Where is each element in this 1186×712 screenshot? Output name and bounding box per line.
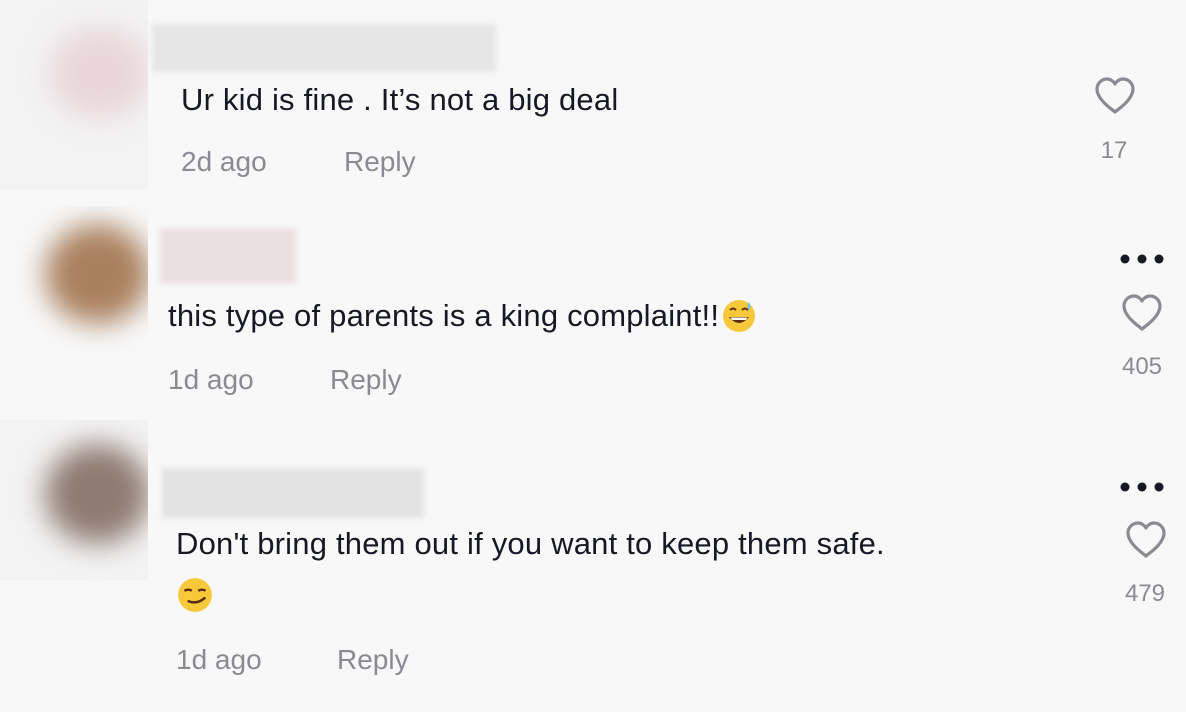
avatar[interactable] xyxy=(45,224,148,324)
comment-text: Ur kid is fine . It’s not a big deal xyxy=(181,82,619,117)
username-blurred[interactable] xyxy=(152,24,496,72)
heart-outline-icon[interactable] xyxy=(1093,76,1137,116)
avatar-area-2 xyxy=(0,206,148,356)
comment-timestamp: 1d ago xyxy=(176,644,262,675)
reply-button[interactable]: Reply xyxy=(330,364,402,396)
comment-text: this type of parents is a king complaint… xyxy=(168,298,757,334)
comment-timestamp: 2d ago xyxy=(181,146,267,177)
more-dots-icon[interactable] xyxy=(1117,251,1167,267)
smirk-emoji xyxy=(178,578,212,612)
reply-button[interactable]: Reply xyxy=(344,146,416,178)
heart-outline-icon[interactable] xyxy=(1120,293,1164,333)
like-count: 479 xyxy=(1124,580,1166,607)
like-count: 405 xyxy=(1121,353,1163,380)
like-count: 17 xyxy=(1100,137,1128,164)
comment-text-content: this type of parents is a king complaint… xyxy=(168,298,720,333)
avatar-area-3 xyxy=(0,420,148,580)
comment-timestamp: 1d ago xyxy=(168,364,254,395)
comment-text: Don't bring them out if you want to keep… xyxy=(176,526,885,561)
avatar-area-1 xyxy=(0,0,148,190)
more-dots-icon[interactable] xyxy=(1117,479,1167,495)
reply-button[interactable]: Reply xyxy=(337,644,409,676)
avatar[interactable] xyxy=(45,444,148,544)
username-blurred[interactable] xyxy=(160,228,296,284)
avatar[interactable] xyxy=(50,28,148,118)
heart-outline-icon[interactable] xyxy=(1124,520,1168,560)
username-blurred[interactable] xyxy=(162,468,424,518)
grinning-sweat-emoji xyxy=(723,299,756,332)
